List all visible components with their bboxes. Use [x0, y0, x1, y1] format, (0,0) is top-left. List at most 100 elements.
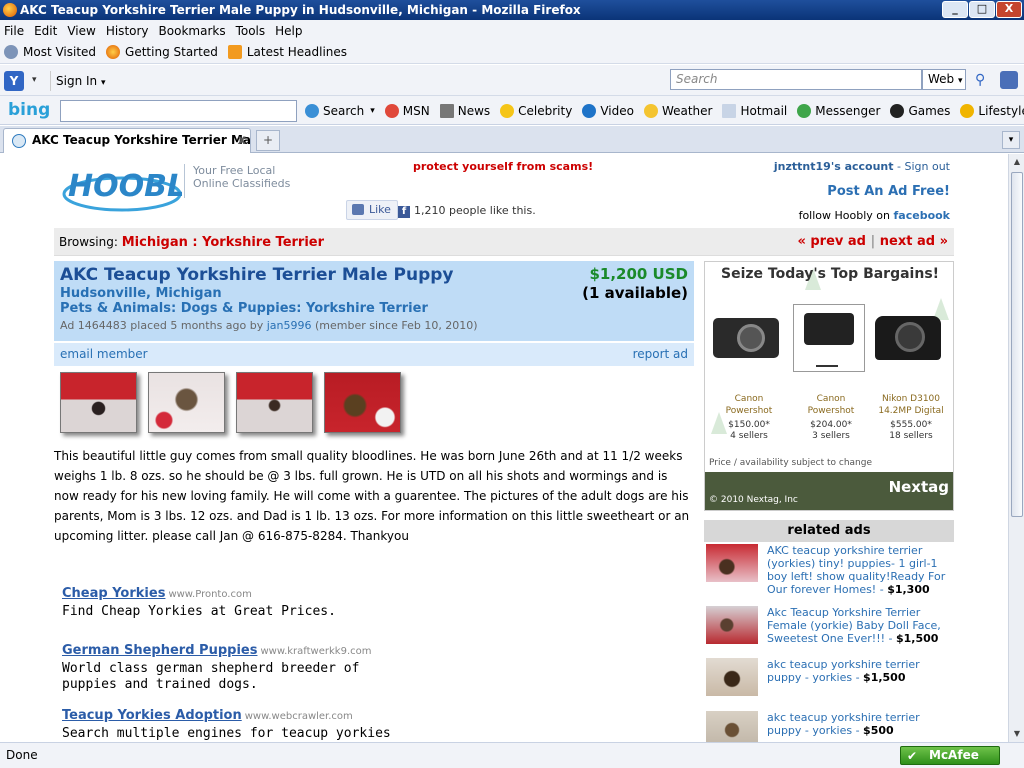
bookmarks-toolbar: Most Visited Getting Started Latest Head…	[0, 41, 1024, 64]
yahoo-toolbar-icon[interactable]: Y	[4, 71, 24, 91]
report-ad-link[interactable]: report ad	[633, 343, 688, 366]
ad-member-since: (member since Feb 10, 2010)	[315, 319, 478, 332]
bookmark-most-visited[interactable]: Most Visited	[4, 45, 96, 59]
prev-ad-link[interactable]: « prev ad	[797, 234, 866, 249]
facebook-like-button[interactable]: Like	[346, 200, 398, 220]
menu-history[interactable]: History	[106, 24, 149, 38]
sponsored-title-link[interactable]: Teacup Yorkies Adoption	[62, 708, 242, 723]
close-button[interactable]: X	[996, 1, 1022, 18]
menu-file[interactable]: File	[4, 24, 24, 38]
bookmark-label: Most Visited	[23, 45, 97, 59]
pager-separator: |	[870, 234, 876, 249]
related-ad-text[interactable]: Akc Teacup Yorkshire Terrier Female (yor…	[767, 606, 953, 645]
breadcrumb-path-link[interactable]: Michigan : Yorkshire Terrier	[122, 235, 324, 250]
bing-search-button[interactable]: Search ▾	[305, 104, 375, 118]
photo-thumbnail[interactable]	[148, 372, 225, 433]
ad-actions: email member report ad	[54, 343, 694, 366]
sign-out-link[interactable]: Sign out	[904, 160, 950, 173]
vertical-scrollbar[interactable]: ▲ ▼	[1008, 154, 1024, 742]
bing-item-label: News	[457, 104, 491, 118]
sponsored-title-link[interactable]: German Shepherd Puppies	[62, 643, 257, 658]
sponsored-url: www.kraftwerkk9.com	[260, 646, 372, 657]
bookmark-getting-started[interactable]: Getting Started	[106, 45, 218, 59]
close-icon[interactable]: x	[238, 129, 246, 152]
scrollbar-thumb[interactable]	[1011, 172, 1023, 517]
follow-facebook: follow Hoobly on facebook	[799, 209, 950, 222]
scroll-down-icon[interactable]: ▼	[1009, 726, 1024, 742]
bing-item-label: Video	[600, 104, 634, 118]
search-engine-select[interactable]: Web ▾	[922, 69, 966, 90]
bing-celebrity[interactable]: Celebrity	[500, 104, 572, 118]
photo-thumbnail[interactable]	[60, 372, 137, 433]
email-member-link[interactable]: email member	[60, 347, 148, 361]
related-ad-text[interactable]: akc teacup yorkshire terrier puppy - yor…	[767, 711, 953, 737]
tagline-line-2: Online Classifieds	[193, 177, 291, 190]
bing-video[interactable]: Video	[582, 104, 634, 118]
scroll-up-icon[interactable]: ▲	[1009, 154, 1024, 170]
nextag-logo[interactable]: Nextag	[889, 478, 949, 496]
search-icon[interactable]: ⚲	[975, 72, 985, 88]
account-link[interactable]: jnzttnt19's account	[774, 160, 894, 173]
product-name[interactable]: Canon Powershot	[791, 393, 871, 417]
camera-image[interactable]	[711, 304, 783, 372]
related-ad-thumbnail[interactable]	[706, 544, 758, 582]
sponsored-title-link[interactable]: Cheap Yorkies	[62, 586, 165, 601]
nextag-ad[interactable]: Seize Today's Top Bargains! Canon Powersh…	[704, 261, 954, 511]
photo-thumbnail[interactable]	[324, 372, 401, 433]
product-name[interactable]: Canon Powershot	[709, 393, 789, 417]
messenger-icon	[797, 104, 812, 118]
mcafee-site-advisor[interactable]: ✔ McAfee	[900, 746, 1000, 765]
checkmark-icon: ✔	[907, 749, 918, 763]
bing-msn[interactable]: MSN	[384, 104, 430, 118]
globe-icon	[305, 104, 319, 118]
facebook-link[interactable]: facebook	[894, 209, 951, 222]
toolbar-search-input[interactable]: Search	[670, 69, 922, 90]
sponsored-description: World class german shepherd breeder of p…	[62, 661, 360, 692]
chevron-down-icon[interactable]: ▾	[32, 75, 37, 85]
bookmark-latest-headlines[interactable]: Latest Headlines	[227, 45, 347, 59]
photo-thumbnail[interactable]	[236, 372, 313, 433]
ad-user-link[interactable]: jan5996	[267, 319, 312, 332]
sponsored-description: Search multiple engines for teacup yorki…	[62, 726, 391, 741]
account-area: jnzttnt19's account - Sign out	[773, 160, 950, 173]
related-ad-text[interactable]: AKC teacup yorkshire terrier (yorkies) t…	[767, 544, 953, 596]
post-ad-link[interactable]: Post An Ad Free!	[827, 184, 950, 199]
hoobly-logo[interactable]: HOOBLY	[62, 162, 182, 214]
status-bar: Done ✔ McAfee	[0, 742, 1024, 768]
add-widget-icon[interactable]	[1000, 71, 1018, 89]
tagline-line-1: Your Free Local	[193, 164, 276, 177]
product-name[interactable]: Nikon D3100 14.2MP Digital	[871, 393, 951, 417]
next-ad-link[interactable]: next ad »	[880, 234, 948, 249]
bing-messenger[interactable]: Messenger	[797, 104, 880, 118]
bing-hotmail[interactable]: Hotmail	[722, 104, 787, 118]
maximize-button[interactable]: □	[969, 1, 995, 18]
sponsored-link: Teacup Yorkies Adoption www.webcrawler.co…	[62, 708, 402, 742]
ad-category-link[interactable]: Pets & Animals: Dogs & Puppies: Yorkshir…	[60, 301, 688, 316]
menu-help[interactable]: Help	[275, 24, 302, 38]
tab-active[interactable]: AKC Teacup Yorkshire Terrier Male P... x	[3, 128, 251, 153]
tab-list-button[interactable]: ▾	[1002, 131, 1020, 149]
camera-image[interactable]	[793, 304, 865, 372]
menu-bookmarks[interactable]: Bookmarks	[159, 24, 226, 38]
related-ad-text[interactable]: akc teacup yorkshire terrier puppy - yor…	[767, 658, 953, 684]
related-ad-thumbnail[interactable]	[706, 658, 758, 696]
mcafee-label: McAfee	[929, 748, 979, 762]
bing-weather[interactable]: Weather	[643, 104, 712, 118]
sponsored-url: www.webcrawler.com	[244, 711, 353, 722]
scam-warning-link[interactable]: protect yourself from scams!	[413, 160, 593, 173]
related-ad-thumbnail[interactable]	[706, 606, 758, 644]
price-disclaimer: Price / availability subject to change	[709, 458, 873, 468]
bing-search-input[interactable]	[60, 100, 297, 122]
bing-news[interactable]: News	[439, 104, 491, 118]
minimize-button[interactable]: _	[942, 1, 968, 18]
bing-lifestyle[interactable]: Lifestyle	[960, 104, 1024, 118]
sign-in-button[interactable]: Sign In ▾	[50, 71, 106, 91]
games-icon	[890, 104, 905, 118]
related-ad-thumbnail[interactable]	[706, 711, 758, 742]
menu-edit[interactable]: Edit	[34, 24, 57, 38]
bing-games[interactable]: Games	[890, 104, 950, 118]
menu-tools[interactable]: Tools	[236, 24, 266, 38]
menu-view[interactable]: View	[67, 24, 95, 38]
camera-image[interactable]	[873, 304, 945, 372]
new-tab-button[interactable]: +	[256, 130, 280, 151]
